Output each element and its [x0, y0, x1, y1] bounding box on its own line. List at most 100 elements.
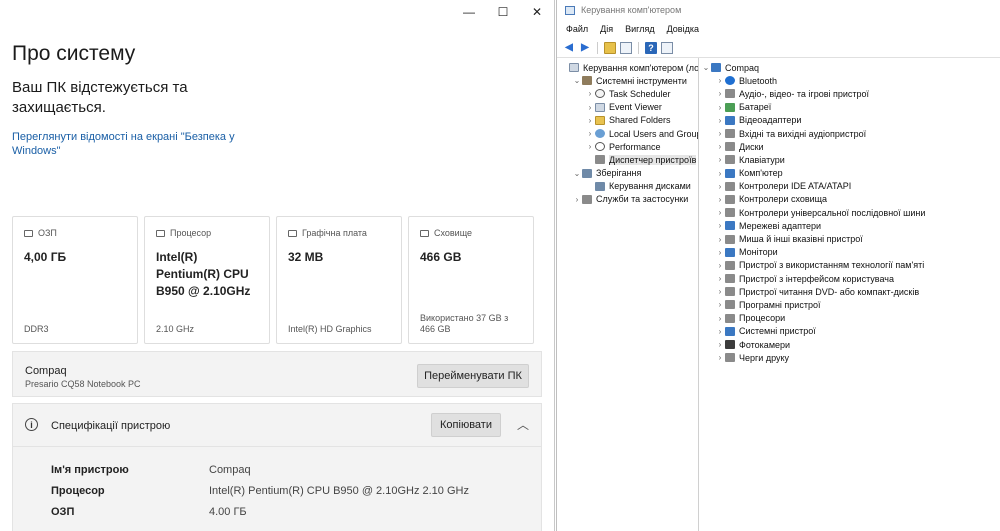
- tree-item-label: Compaq: [725, 62, 760, 73]
- expand-toggle-icon[interactable]: ›: [715, 89, 725, 98]
- expand-toggle-icon[interactable]: ›: [715, 248, 725, 257]
- expand-toggle-icon[interactable]: ›: [715, 116, 725, 125]
- expand-toggle-icon[interactable]: ›: [585, 142, 595, 151]
- expand-toggle-icon[interactable]: ›: [715, 327, 725, 336]
- tree-item[interactable]: › Local Users and Groups: [557, 127, 698, 140]
- expand-toggle-icon[interactable]: ›: [585, 89, 595, 98]
- tree-item[interactable]: Керування комп'ютером (лок: [557, 61, 698, 74]
- gray-icon: [725, 129, 735, 139]
- expand-toggle-icon[interactable]: ›: [715, 195, 725, 204]
- storage-icon: [595, 181, 605, 191]
- tree-item-label: Performance: [609, 141, 661, 152]
- tree-item[interactable]: ⌄ Системні інструменти: [557, 74, 698, 87]
- expand-toggle-icon[interactable]: ›: [715, 287, 725, 296]
- device-category[interactable]: › Відеоадаптери: [699, 114, 1000, 127]
- device-category[interactable]: › Миша й інші вказівні пристрої: [699, 232, 1000, 245]
- device-model: Presario CQ58 Notebook PC: [25, 379, 141, 389]
- expand-toggle-icon[interactable]: ›: [715, 235, 725, 244]
- expand-toggle-icon[interactable]: ›: [715, 314, 725, 323]
- expand-toggle-icon[interactable]: ›: [715, 155, 725, 164]
- spec-value: Compaq: [209, 464, 251, 476]
- expand-toggle-icon[interactable]: ›: [715, 169, 725, 178]
- expand-toggle-icon[interactable]: ›: [715, 353, 725, 362]
- expand-toggle-icon[interactable]: ›: [715, 261, 725, 270]
- tree-item-label: Системні інструменти: [596, 75, 687, 86]
- tree-item[interactable]: Диспетчер пристроїв: [557, 153, 698, 166]
- device-category[interactable]: › Контролери сховища: [699, 193, 1000, 206]
- device-category[interactable]: › Контролери IDE ATA/ATAPI: [699, 180, 1000, 193]
- device-category[interactable]: › Черги друку: [699, 351, 1000, 364]
- expand-toggle-icon[interactable]: ›: [715, 182, 725, 191]
- tree-item[interactable]: › Performance: [557, 140, 698, 153]
- menu-file[interactable]: Файл: [566, 24, 588, 34]
- forward-arrow-icon[interactable]: ▶: [579, 42, 591, 54]
- device-category[interactable]: › Фотокамери: [699, 338, 1000, 351]
- card-footer: 2.10 GHz: [156, 324, 195, 334]
- tree-item[interactable]: › Event Viewer: [557, 101, 698, 114]
- expand-toggle-icon[interactable]: ›: [715, 300, 725, 309]
- device-category[interactable]: › Пристрої читання DVD- або компакт-дискі…: [699, 285, 1000, 298]
- device-category[interactable]: › Процесори: [699, 312, 1000, 325]
- expand-toggle-icon[interactable]: ›: [715, 274, 725, 283]
- tree-item[interactable]: › Shared Folders: [557, 114, 698, 127]
- device-root[interactable]: ⌄ Compaq: [699, 61, 1000, 74]
- device-category[interactable]: › Bluetooth: [699, 74, 1000, 87]
- expand-toggle-icon[interactable]: ›: [585, 129, 595, 138]
- expand-toggle-icon[interactable]: ⌄: [572, 169, 582, 178]
- expand-toggle-icon[interactable]: ›: [715, 129, 725, 138]
- tree-item-label: Пристрої читання DVD- або компакт-дисків: [739, 286, 920, 297]
- device-category[interactable]: › Контролери універсальної послідовної ши…: [699, 206, 1000, 219]
- device-category[interactable]: › Диски: [699, 140, 1000, 153]
- device-category[interactable]: › Монітори: [699, 246, 1000, 259]
- expand-toggle-icon[interactable]: ›: [715, 142, 725, 151]
- window-controls: — ☐ ✕: [452, 0, 554, 24]
- copy-button[interactable]: Копіювати: [431, 413, 501, 437]
- spec-row: Ім'я пристрою Compaq: [51, 464, 469, 485]
- minimize-button[interactable]: —: [452, 0, 486, 24]
- expand-toggle-icon[interactable]: ›: [715, 221, 725, 230]
- help-icon[interactable]: ?: [645, 41, 657, 54]
- maximize-button[interactable]: ☐: [486, 0, 520, 24]
- expand-toggle-icon[interactable]: ›: [572, 195, 582, 204]
- expand-toggle-icon[interactable]: ›: [715, 208, 725, 217]
- device-category[interactable]: › Пристрої з використанням технології пам…: [699, 259, 1000, 272]
- device-category[interactable]: › Програмні пристрої: [699, 298, 1000, 311]
- expand-toggle-icon[interactable]: ›: [715, 76, 725, 85]
- security-link[interactable]: Переглянути відомості на екрані "Безпека…: [12, 130, 252, 158]
- tree-item[interactable]: › Служби та застосунки: [557, 193, 698, 206]
- properties-icon[interactable]: [661, 41, 673, 54]
- expand-toggle-icon[interactable]: ›: [715, 340, 725, 349]
- device-category[interactable]: › Мережеві адаптери: [699, 219, 1000, 232]
- tree-item-label: Event Viewer: [609, 102, 662, 113]
- menu-help[interactable]: Довідка: [667, 24, 699, 34]
- tree-item-label: Контролери сховища: [739, 194, 828, 205]
- show-hide-tree-icon[interactable]: [620, 41, 632, 54]
- device-category[interactable]: › Вхідні та вихідні аудіопристрої: [699, 127, 1000, 140]
- tree-item-label: Черги друку: [739, 352, 790, 363]
- menu-action[interactable]: Дія: [600, 24, 613, 34]
- device-category[interactable]: › Пристрої з інтерфейсом користувача: [699, 272, 1000, 285]
- tree-item[interactable]: › Task Scheduler: [557, 87, 698, 100]
- tree-item[interactable]: Керування дисками: [557, 180, 698, 193]
- chevron-up-icon[interactable]: ︿: [517, 416, 529, 433]
- expand-toggle-icon[interactable]: ⌄: [701, 63, 711, 72]
- rename-pc-button[interactable]: Перейменувати ПК: [417, 364, 529, 388]
- device-category[interactable]: › Системні пристрої: [699, 325, 1000, 338]
- device-category[interactable]: › Батареї: [699, 101, 1000, 114]
- tree-item-label: Диспетчер пристроїв: [609, 154, 697, 165]
- gray-icon: [725, 194, 735, 204]
- close-button[interactable]: ✕: [520, 0, 554, 24]
- gray-icon: [725, 313, 735, 323]
- blue-icon: [711, 63, 721, 73]
- up-folder-icon[interactable]: [604, 41, 616, 54]
- device-category[interactable]: › Комп'ютер: [699, 167, 1000, 180]
- tree-item[interactable]: ⌄ Зберігання: [557, 167, 698, 180]
- expand-toggle-icon[interactable]: ›: [585, 116, 595, 125]
- back-arrow-icon[interactable]: ◀: [563, 42, 575, 54]
- expand-toggle-icon[interactable]: ⌄: [572, 76, 582, 85]
- expand-toggle-icon[interactable]: ›: [715, 103, 725, 112]
- device-category[interactable]: › Клавіатури: [699, 153, 1000, 166]
- device-category[interactable]: › Аудіо-, відео- та ігрові пристрої: [699, 87, 1000, 100]
- menu-view[interactable]: Вигляд: [625, 24, 655, 34]
- expand-toggle-icon[interactable]: ›: [585, 103, 595, 112]
